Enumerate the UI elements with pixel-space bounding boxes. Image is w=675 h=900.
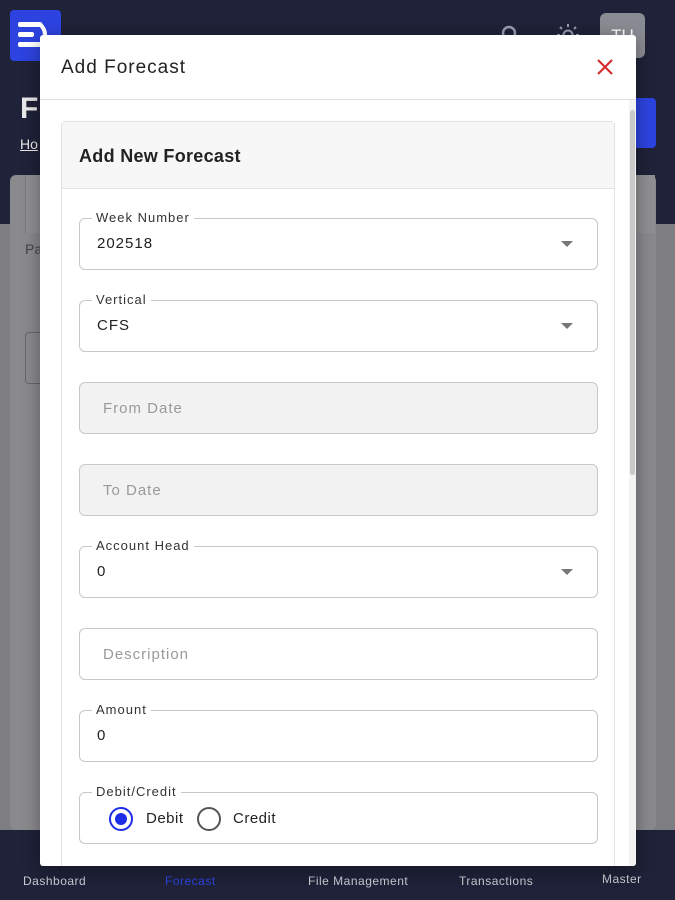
description-placeholder: Description: [103, 646, 190, 663]
account-head-label: Account Head: [92, 537, 194, 555]
week-number-value: 202518: [97, 235, 154, 252]
chevron-down-icon: [561, 569, 573, 575]
amount-value: 0: [97, 727, 107, 744]
form-card-header: Add New Forecast: [62, 122, 614, 189]
vertical-value: CFS: [97, 317, 130, 334]
nav-item-forecast[interactable]: Forecast: [165, 874, 216, 888]
account-head-value: 0: [97, 563, 107, 580]
nav-item-file-management[interactable]: File Management: [308, 874, 408, 888]
amount-label: Amount: [92, 701, 151, 719]
week-number-label: Week Number: [92, 209, 194, 227]
credit-radio[interactable]: [197, 807, 221, 831]
close-icon[interactable]: [593, 55, 617, 79]
debit-radio[interactable]: [109, 807, 133, 831]
debit-radio-label[interactable]: Debit: [146, 810, 184, 827]
vertical-label: Vertical: [92, 291, 151, 309]
credit-radio-label[interactable]: Credit: [233, 810, 276, 827]
dialog-title: Add Forecast: [61, 57, 186, 78]
week-number-select[interactable]: Week Number 202518: [79, 209, 598, 270]
amount-field[interactable]: Amount 0: [79, 701, 598, 762]
add-forecast-dialog: Add Forecast Add New Forecast Week Numbe…: [40, 35, 636, 866]
account-head-select[interactable]: Account Head 0: [79, 537, 598, 598]
from-date-field[interactable]: From Date: [79, 382, 598, 434]
chevron-down-icon: [561, 241, 573, 247]
page-title: F: [20, 92, 39, 125]
to-date-field[interactable]: To Date: [79, 464, 598, 516]
vertical-select[interactable]: Vertical CFS: [79, 291, 598, 352]
scrollbar-thumb[interactable]: [630, 110, 635, 475]
form-title: Add New Forecast: [79, 146, 241, 166]
nav-item-dashboard[interactable]: Dashboard: [23, 874, 86, 888]
chevron-down-icon: [561, 323, 573, 329]
from-date-placeholder: From Date: [103, 400, 183, 417]
nav-item-master[interactable]: Master: [602, 872, 642, 886]
nav-item-transactions[interactable]: Transactions: [459, 874, 533, 888]
debit-credit-group: Debit/Credit Debit Credit: [79, 783, 598, 844]
dialog-header: Add Forecast: [40, 35, 636, 100]
to-date-placeholder: To Date: [103, 482, 162, 499]
forecast-form-card: Add New Forecast Week Number 202518 Vert…: [61, 121, 615, 866]
description-field[interactable]: Description: [79, 628, 598, 680]
debit-credit-label: Debit/Credit: [92, 783, 181, 801]
breadcrumb-home-link[interactable]: Ho: [20, 136, 38, 152]
